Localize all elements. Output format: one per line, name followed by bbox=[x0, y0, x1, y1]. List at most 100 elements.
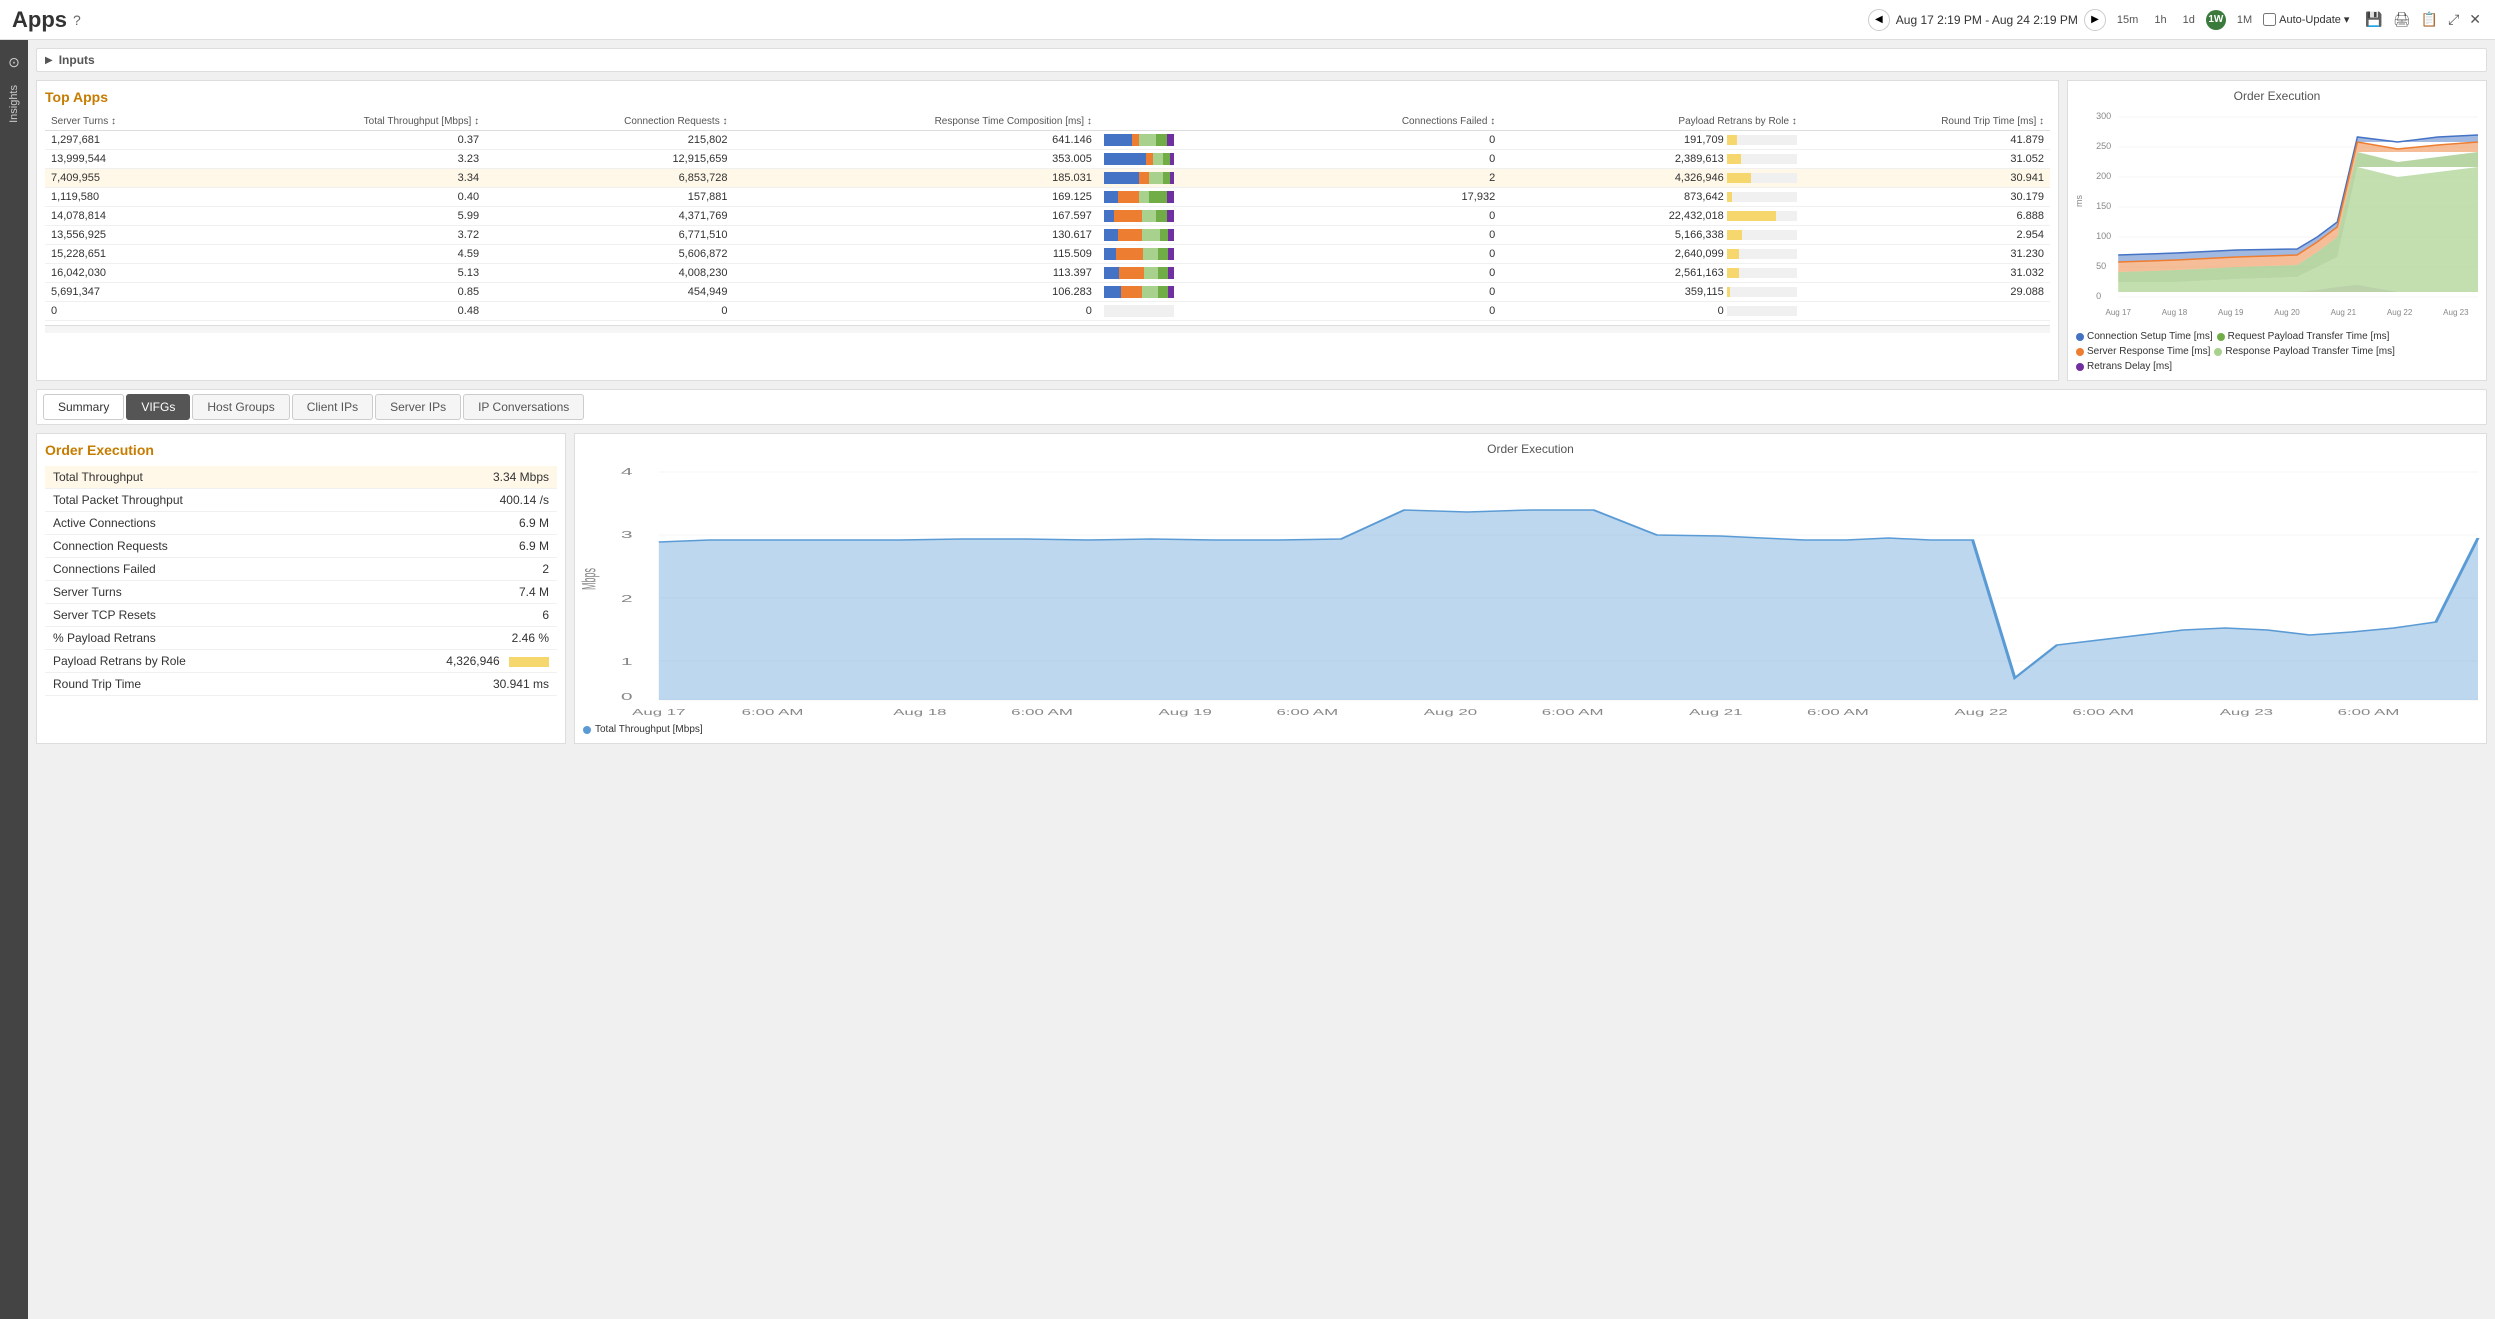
cell-rtt: 6.888 bbox=[1803, 207, 2050, 226]
col-conn-failed[interactable]: Connections Failed ↕ bbox=[1274, 113, 1501, 131]
auto-update-checkbox-label[interactable]: Auto-Update ▾ bbox=[2263, 13, 2349, 26]
legend-dot-blue bbox=[2076, 333, 2084, 341]
stats-value: 6 bbox=[330, 604, 557, 627]
stats-value: 4,326,946 bbox=[330, 650, 557, 673]
sidebar-insights-label[interactable]: Insights bbox=[8, 85, 20, 123]
tab-summary[interactable]: Summary bbox=[43, 394, 124, 420]
svg-text:3: 3 bbox=[621, 530, 633, 541]
stats-value: 30.941 ms bbox=[330, 673, 557, 696]
cell-server-turns: 5,691,347 bbox=[45, 283, 211, 302]
svg-text:300: 300 bbox=[2096, 111, 2111, 121]
app-title: Apps bbox=[12, 7, 67, 33]
stats-row: Total Throughput 3.34 Mbps bbox=[45, 466, 557, 489]
stats-row: % Payload Retrans 2.46 % bbox=[45, 627, 557, 650]
bottom-legend-dot bbox=[583, 726, 591, 734]
top-chart-svg: 300 250 200 150 100 50 0 ms bbox=[2076, 107, 2478, 327]
col-throughput[interactable]: Total Throughput [Mbps] ↕ bbox=[211, 113, 485, 131]
cell-payload-retrans: 191,709 bbox=[1501, 131, 1803, 150]
svg-text:6:00 AM: 6:00 AM bbox=[742, 708, 804, 717]
col-resp-time[interactable]: Response Time Composition [ms] ↕ bbox=[734, 113, 1098, 131]
table-row[interactable]: 0 0.48 0 0 0 0 bbox=[45, 302, 2050, 321]
cell-resp-time: 106.283 bbox=[734, 283, 1098, 302]
main-content: ▶ Inputs Top Apps Server Turns ↕ Total T… bbox=[28, 40, 2495, 1319]
close-icon[interactable]: ✕ bbox=[2467, 9, 2483, 30]
inputs-arrow-icon: ▶ bbox=[45, 55, 53, 66]
time-15m-button[interactable]: 15m bbox=[2112, 12, 2143, 28]
stats-row: Server TCP Resets 6 bbox=[45, 604, 557, 627]
stats-label: Connection Requests bbox=[45, 535, 330, 558]
table-row[interactable]: 1,119,580 0.40 157,881 169.125 17,932 87… bbox=[45, 188, 2050, 207]
expand-icon[interactable]: ⤢ bbox=[2446, 9, 2461, 30]
stats-panel: Order Execution Total Throughput 3.34 Mb… bbox=[36, 433, 566, 744]
table-row[interactable]: 5,691,347 0.85 454,949 106.283 0 359,115… bbox=[45, 283, 2050, 302]
cell-resp-time: 115.509 bbox=[734, 245, 1098, 264]
sidebar-nav-button[interactable]: ⊙ bbox=[4, 50, 24, 75]
col-conn-req[interactable]: Connection Requests ↕ bbox=[485, 113, 733, 131]
time-1m-button[interactable]: 1M bbox=[2232, 12, 2257, 28]
stats-label: Round Trip Time bbox=[45, 673, 330, 696]
tab-server-ips[interactable]: Server IPs bbox=[375, 394, 461, 420]
inputs-bar[interactable]: ▶ Inputs bbox=[36, 48, 2487, 72]
legend-retrans-delay: Retrans Delay [ms] bbox=[2076, 361, 2172, 372]
tab-host-groups[interactable]: Host Groups bbox=[192, 394, 289, 420]
table-row[interactable]: 13,999,544 3.23 12,915,659 353.005 0 2,3… bbox=[45, 150, 2050, 169]
col-rtt[interactable]: Round Trip Time [ms] ↕ bbox=[1803, 113, 2050, 131]
cell-resp-time: 641.146 bbox=[734, 131, 1098, 150]
svg-text:2: 2 bbox=[621, 594, 633, 605]
print-icon[interactable]: 🖨 bbox=[2391, 9, 2413, 30]
cell-rtt: 31.230 bbox=[1803, 245, 2050, 264]
cell-conn-failed: 2 bbox=[1274, 169, 1501, 188]
tab-vifgs[interactable]: VIFGs bbox=[126, 394, 190, 420]
table-row[interactable]: 7,409,955 3.34 6,853,728 185.031 2 4,326… bbox=[45, 169, 2050, 188]
cell-throughput: 0.48 bbox=[211, 302, 485, 321]
svg-text:6:00 AM: 6:00 AM bbox=[1011, 708, 1073, 717]
svg-text:ms: ms bbox=[2074, 195, 2084, 207]
cell-conn-failed: 0 bbox=[1274, 245, 1501, 264]
svg-text:Aug 19: Aug 19 bbox=[1159, 708, 1212, 717]
legend-dot-light-green bbox=[2214, 348, 2222, 356]
table-row[interactable]: 15,228,651 4.59 5,606,872 115.509 0 2,64… bbox=[45, 245, 2050, 264]
svg-text:1: 1 bbox=[621, 657, 633, 668]
time-1d-button[interactable]: 1d bbox=[2178, 12, 2200, 28]
table-row[interactable]: 14,078,814 5.99 4,371,769 167.597 0 22,4… bbox=[45, 207, 2050, 226]
col-resp-bar bbox=[1098, 113, 1275, 131]
time-next-button[interactable]: ▶ bbox=[2084, 9, 2106, 31]
stats-value: 400.14 /s bbox=[330, 489, 557, 512]
cell-throughput: 5.13 bbox=[211, 264, 485, 283]
cell-conn-req: 12,915,659 bbox=[485, 150, 733, 169]
cell-server-turns: 1,119,580 bbox=[45, 188, 211, 207]
help-icon[interactable]: ? bbox=[73, 12, 81, 28]
cell-payload-retrans: 5,166,338 bbox=[1501, 226, 1803, 245]
table-row[interactable]: 16,042,030 5.13 4,008,230 113.397 0 2,56… bbox=[45, 264, 2050, 283]
cell-resp-bar bbox=[1098, 169, 1275, 188]
tab-ip-conversations[interactable]: IP Conversations bbox=[463, 394, 584, 420]
cell-conn-req: 215,802 bbox=[485, 131, 733, 150]
cell-rtt: 2.954 bbox=[1803, 226, 2050, 245]
table-row[interactable]: 13,556,925 3.72 6,771,510 130.617 0 5,16… bbox=[45, 226, 2050, 245]
time-prev-button[interactable]: ◀ bbox=[1868, 9, 1890, 31]
svg-text:Aug 20: Aug 20 bbox=[2274, 308, 2300, 317]
save-icon[interactable]: 💾 bbox=[2363, 9, 2384, 30]
svg-text:Aug 18: Aug 18 bbox=[893, 708, 946, 717]
time-1h-button[interactable]: 1h bbox=[2149, 12, 2171, 28]
auto-update-checkbox[interactable] bbox=[2263, 13, 2276, 26]
top-chart-area: 300 250 200 150 100 50 0 ms bbox=[2076, 107, 2478, 327]
table-row[interactable]: 1,297,681 0.37 215,802 641.146 0 191,709… bbox=[45, 131, 2050, 150]
legend-label-response-payload: Response Payload Transfer Time [ms] bbox=[2225, 346, 2395, 357]
cell-payload-retrans: 2,561,163 bbox=[1501, 264, 1803, 283]
tab-client-ips[interactable]: Client IPs bbox=[292, 394, 373, 420]
cell-rtt: 31.052 bbox=[1803, 150, 2050, 169]
svg-text:Aug 19: Aug 19 bbox=[2218, 308, 2244, 317]
table-scrollbar[interactable] bbox=[45, 325, 2050, 333]
cell-throughput: 3.34 bbox=[211, 169, 485, 188]
export-icon[interactable]: 📋 bbox=[2419, 9, 2440, 30]
cell-resp-bar bbox=[1098, 302, 1275, 321]
cell-payload-retrans: 22,432,018 bbox=[1501, 207, 1803, 226]
col-payload-retrans[interactable]: Payload Retrans by Role ↕ bbox=[1501, 113, 1803, 131]
col-server-turns[interactable]: Server Turns ↕ bbox=[45, 113, 211, 131]
legend-label-request-payload: Request Payload Transfer Time [ms] bbox=[2228, 331, 2390, 342]
cell-resp-bar bbox=[1098, 131, 1275, 150]
header-action-icons: 💾 🖨 📋 ⤢ ✕ bbox=[2363, 9, 2483, 30]
time-1w-button[interactable]: 1W bbox=[2206, 10, 2226, 30]
cell-resp-time: 169.125 bbox=[734, 188, 1098, 207]
